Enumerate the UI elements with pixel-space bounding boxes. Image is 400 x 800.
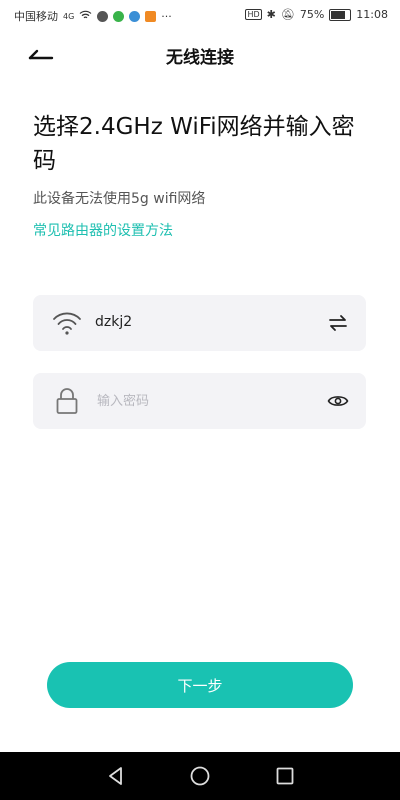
message-icon <box>113 10 125 22</box>
page-title: 无线连接 <box>166 48 234 68</box>
nav-home-icon[interactable] <box>188 764 212 788</box>
nav-header: 无线连接 <box>0 30 400 78</box>
clock: 11:08 <box>356 8 388 21</box>
bluetooth-icon: ✱ <box>266 8 276 21</box>
instruction-heading: 选择2.4GHz WiFi网络并输入密码 <box>33 114 355 174</box>
wifi-network-field[interactable]: dzkj2 <box>33 295 366 351</box>
eye-icon[interactable] <box>326 389 350 413</box>
status-bar: 中国移动 4G ··· HD ✱ 🔕︎ 75% 11:08 <box>0 0 400 30</box>
wifi-ssid: dzkj2 <box>95 314 133 330</box>
lock-icon <box>51 386 83 416</box>
password-field <box>33 373 366 429</box>
battery-percent: 75% <box>299 8 325 21</box>
password-input[interactable] <box>95 387 319 415</box>
carrier-label: 中国移动 <box>14 10 58 23</box>
nav-back-icon[interactable] <box>104 764 128 788</box>
location-icon <box>97 10 109 22</box>
next-step-button[interactable]: 下一步 <box>47 662 353 708</box>
switch-network-icon[interactable] <box>326 311 350 335</box>
status-left: 中国移动 4G ··· <box>14 8 172 24</box>
notification-icon <box>145 10 157 22</box>
wifi-status-icon <box>79 10 92 23</box>
signal-icon: 4G <box>63 11 75 21</box>
router-setup-help-link[interactable]: 常见路由器的设置方法 <box>33 220 173 240</box>
app-icon <box>129 10 141 22</box>
more-icon: ··· <box>161 9 172 23</box>
band-warning-text: 此设备无法使用5g wifi网络 <box>33 191 206 207</box>
status-right: HD ✱ 🔕︎ 75% 11:08 <box>245 8 388 21</box>
wifi-icon <box>51 308 83 338</box>
battery-icon <box>329 8 352 21</box>
system-nav-bar <box>0 752 400 800</box>
hd-icon: HD <box>245 9 262 20</box>
nav-recent-icon[interactable] <box>273 764 297 788</box>
mute-icon: 🔕︎ <box>280 8 295 21</box>
